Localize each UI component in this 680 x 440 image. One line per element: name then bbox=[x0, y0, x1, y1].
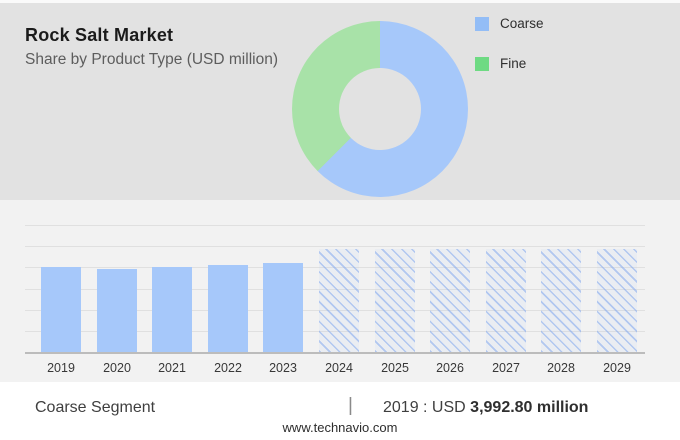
legend-item-fine: Fine bbox=[475, 56, 526, 71]
bar-2020 bbox=[97, 269, 137, 352]
page-subtitle: Share by Product Type (USD million) bbox=[25, 51, 278, 68]
bar-2028 bbox=[541, 249, 581, 352]
website-link[interactable]: www.technavio.com bbox=[0, 420, 680, 435]
footer-divider: | bbox=[348, 395, 353, 416]
donut-chart bbox=[292, 21, 468, 197]
coarse-swatch-icon bbox=[475, 16, 489, 31]
bar-2019 bbox=[41, 267, 81, 352]
x-axis-line bbox=[25, 352, 645, 354]
bar-2026 bbox=[430, 249, 470, 352]
fine-swatch-icon bbox=[475, 56, 489, 71]
segment-value-amount: 3,992.80 million bbox=[470, 399, 589, 416]
header-section: Rock Salt Market Share by Product Type (… bbox=[0, 0, 680, 200]
footer-section: Coarse Segment | 2019 : USD 3,992.80 mil… bbox=[0, 382, 680, 440]
segment-value-prefix: 2019 : USD bbox=[383, 399, 466, 416]
legend-label-fine: Fine bbox=[500, 56, 527, 71]
infographic-card: Rock Salt Market Share by Product Type (… bbox=[0, 0, 680, 440]
bar-chart: 2019 2020 2021 2022 2023 2024 2025 2026 2027 2028… bbox=[0, 200, 680, 382]
x-label-2026: 2026 bbox=[436, 361, 464, 375]
x-label-2020: 2020 bbox=[103, 361, 131, 375]
x-label-2027: 2027 bbox=[492, 361, 520, 375]
segment-label: Coarse Segment bbox=[35, 399, 156, 416]
gridline bbox=[25, 225, 645, 226]
gridline bbox=[25, 246, 645, 247]
bar-2024 bbox=[319, 249, 359, 352]
legend-item-coarse: Coarse bbox=[475, 16, 544, 31]
x-label-2021: 2021 bbox=[158, 361, 186, 375]
x-label-2022: 2022 bbox=[214, 361, 242, 375]
donut-hole bbox=[339, 68, 421, 150]
bar-2023 bbox=[263, 263, 303, 352]
top-border bbox=[0, 0, 680, 3]
segment-value: 2019 : USD 3,992.80 million bbox=[383, 399, 588, 417]
x-label-2024: 2024 bbox=[325, 361, 353, 375]
page-title: Rock Salt Market bbox=[25, 25, 174, 45]
x-label-2019: 2019 bbox=[47, 361, 75, 375]
bar-2021 bbox=[152, 267, 192, 352]
x-label-2029: 2029 bbox=[603, 361, 631, 375]
bar-2025 bbox=[375, 249, 415, 352]
x-label-2025: 2025 bbox=[381, 361, 409, 375]
bar-2027 bbox=[486, 249, 526, 352]
legend-label-coarse: Coarse bbox=[500, 16, 544, 31]
x-label-2028: 2028 bbox=[547, 361, 575, 375]
bar-2022 bbox=[208, 265, 248, 352]
bar-2029 bbox=[597, 249, 637, 352]
x-label-2023: 2023 bbox=[269, 361, 297, 375]
